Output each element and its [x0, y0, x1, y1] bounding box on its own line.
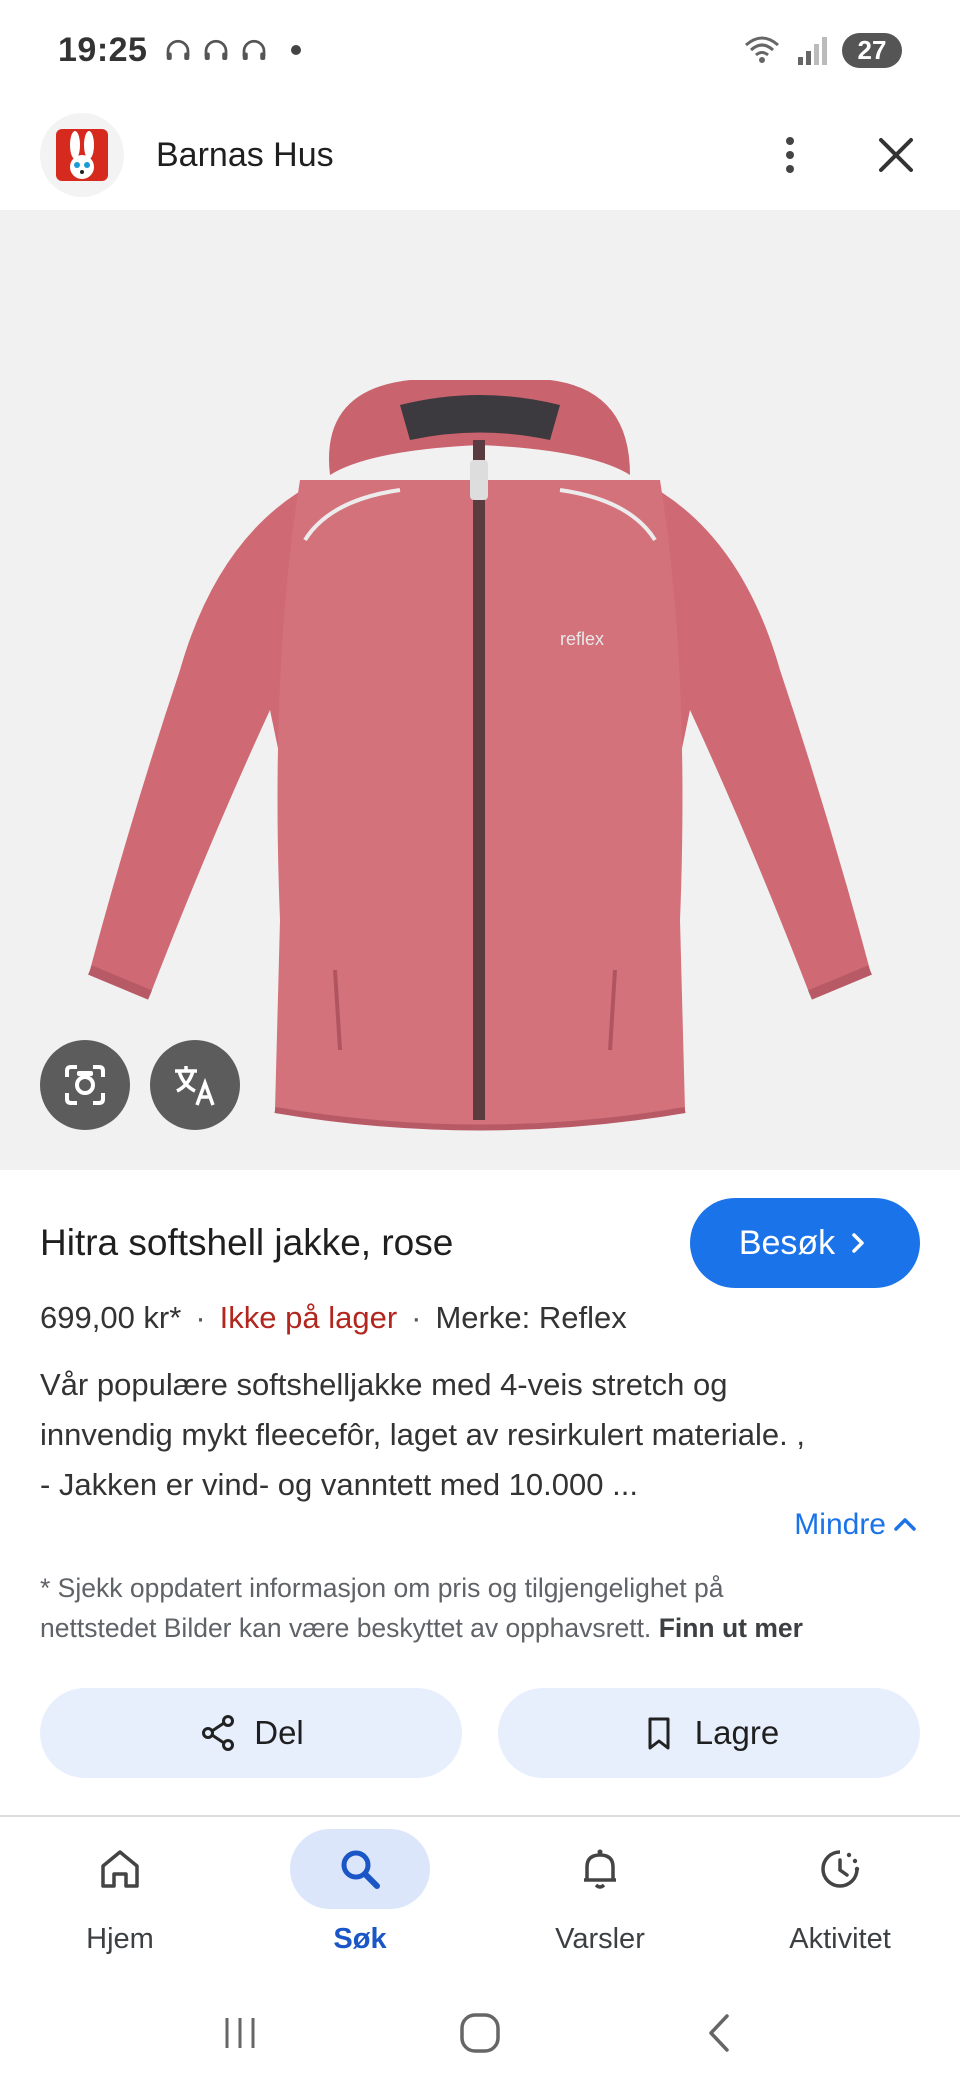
jacket-brand-logo: reflex — [560, 629, 604, 649]
signal-icon — [798, 37, 827, 65]
learn-more-link[interactable]: Finn ut mer — [659, 1613, 803, 1643]
status-time: 19:25 — [58, 30, 148, 69]
description-line: Vår populære softshelljakke med 4-veis s… — [40, 1367, 728, 1402]
share-button[interactable]: Del — [40, 1688, 462, 1778]
action-row: Del Lagre — [40, 1688, 920, 1778]
nav-icon-wrap — [50, 1829, 190, 1909]
app-header: Barnas Hus — [0, 100, 960, 210]
close-icon[interactable] — [872, 131, 920, 179]
share-icon — [202, 1715, 235, 1751]
status-notification-icons — [163, 35, 302, 65]
save-button[interactable]: Lagre — [498, 1688, 920, 1778]
product-price: 699,00 kr* — [40, 1300, 182, 1335]
show-less-link[interactable]: Mindre — [794, 1508, 918, 1542]
camera-lens-icon — [65, 1065, 105, 1105]
battery-indicator: 27 — [842, 32, 902, 68]
site-logo — [40, 113, 124, 197]
search-icon — [341, 1850, 380, 1889]
bookmark-icon — [648, 1717, 670, 1750]
title-row: Hitra softshell jakke, rose Besøk — [40, 1198, 920, 1288]
more-options-icon[interactable] — [766, 131, 814, 179]
nav-item-activity[interactable]: Aktivitet — [720, 1817, 960, 1985]
description-line: - Jakken er vind- og vanntett med 10.000… — [40, 1467, 638, 1502]
disclaimer-text: nettstedet Bilder kan være beskyttet av … — [40, 1613, 652, 1643]
nav-icon-wrap — [530, 1829, 670, 1909]
product-brand: Merke: Reflex — [435, 1300, 627, 1335]
description-line: innvendig mykt fleecefôr, laget av resir… — [40, 1417, 806, 1452]
nav-label-activity: Aktivitet — [789, 1923, 891, 1955]
nav-label-search: Søk — [333, 1923, 387, 1955]
nav-item-search[interactable]: Søk — [240, 1817, 480, 1985]
wifi-icon — [745, 36, 779, 63]
notification-dot — [291, 45, 302, 55]
disclaimer: * Sjekk oppdatert informasjon om pris og… — [40, 1568, 920, 1648]
bunny-logo-icon — [56, 129, 108, 181]
home-icon — [101, 1850, 139, 1888]
status-right-icons: 27 — [742, 32, 902, 68]
stock-status: Ikke på lager — [219, 1300, 398, 1335]
nav-label-home: Hjem — [86, 1923, 154, 1955]
nav-item-home[interactable]: Hjem — [0, 1817, 240, 1985]
visit-button-label: Besøk — [738, 1223, 836, 1262]
headphones-icon — [243, 39, 266, 60]
chevron-right-icon — [852, 1233, 864, 1253]
status-bar: 19:25 27 — [0, 0, 960, 100]
bottom-nav: Hjem Søk Varsler Aktivitet — [0, 1815, 960, 1985]
nav-icon-wrap — [290, 1829, 430, 1909]
nav-item-notifications[interactable]: Varsler — [480, 1817, 720, 1985]
disclaimer-line: * Sjekk oppdatert informasjon om pris og… — [40, 1573, 724, 1603]
back-icon[interactable] — [695, 2008, 745, 2058]
product-title: Hitra softshell jakke, rose — [40, 1222, 454, 1263]
site-name: Barnas Hus — [156, 135, 334, 174]
bell-icon — [584, 1849, 616, 1889]
nav-icon-wrap — [770, 1829, 910, 1909]
share-label: Del — [254, 1714, 304, 1751]
chevron-up-icon — [894, 1518, 916, 1531]
headphones-icon — [205, 39, 228, 60]
product-image-area[interactable]: reflex — [0, 210, 960, 1170]
header-actions — [766, 131, 920, 179]
product-meta: 699,00 kr* · Ikke på lager · Merke: Refl… — [40, 1300, 627, 1336]
separator-dot: · — [411, 1300, 422, 1335]
home-button-icon[interactable] — [455, 2008, 505, 2058]
translate-button[interactable] — [150, 1040, 240, 1130]
lens-search-button[interactable] — [40, 1040, 130, 1130]
translate-icon — [175, 1066, 215, 1106]
visit-button[interactable]: Besøk — [690, 1198, 920, 1288]
product-description: Vår populære softshelljakke med 4-veis s… — [40, 1360, 920, 1510]
headphones-icon — [167, 39, 190, 60]
disclaimer-line: nettstedet Bilder kan være beskyttet av … — [40, 1608, 920, 1648]
activity-icon — [821, 1850, 860, 1888]
system-nav-bar — [0, 1985, 960, 2080]
nav-label-notifications: Varsler — [555, 1923, 645, 1955]
recent-apps-icon[interactable] — [215, 2008, 265, 2058]
save-label: Lagre — [694, 1714, 780, 1751]
show-less-label: Mindre — [794, 1508, 886, 1541]
separator-dot: · — [195, 1300, 206, 1335]
